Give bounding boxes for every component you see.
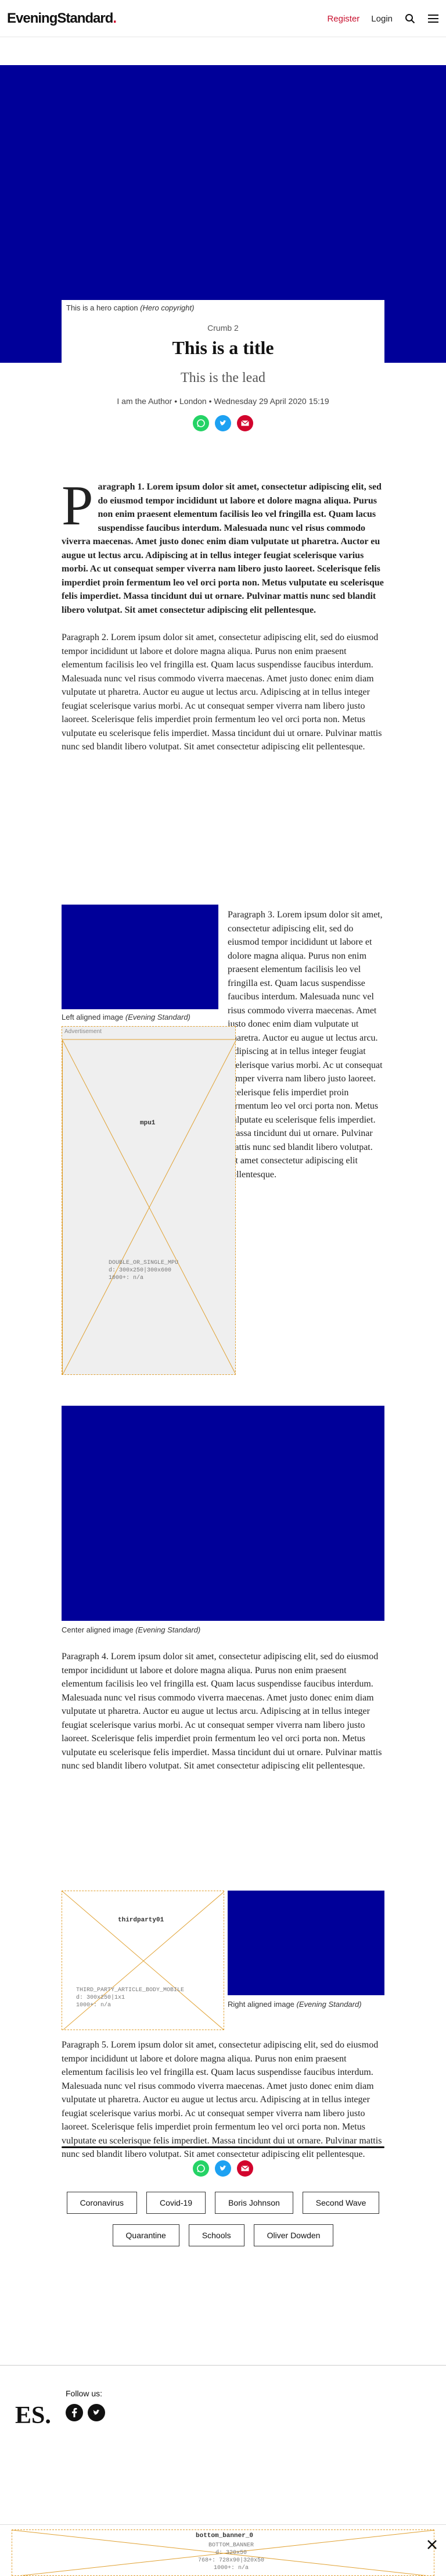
email-icon[interactable] bbox=[237, 2160, 253, 2177]
ad-label: Advertisement bbox=[64, 1028, 102, 1035]
breadcrumb[interactable]: Crumb 2 bbox=[62, 323, 384, 333]
article-body-p3: Paragraph 3. Lorem ipsum dolor sit amet,… bbox=[228, 908, 384, 1195]
ad-name: thirdparty01 bbox=[118, 1917, 164, 1924]
twitter-icon[interactable] bbox=[215, 415, 231, 431]
twitter-icon[interactable] bbox=[215, 2160, 231, 2177]
hero-caption: This is a hero caption (Hero copyright) bbox=[62, 300, 384, 316]
ad-placeholder-cross bbox=[62, 1891, 224, 2030]
center-image-caption: Center aligned image (Evening Standard) bbox=[62, 1625, 201, 1634]
share-bar-top bbox=[62, 415, 384, 431]
left-image-caption: Left aligned image (Evening Standard) bbox=[62, 1013, 190, 1021]
site-logo[interactable]: EveningStandard. bbox=[7, 10, 117, 27]
drop-cap: P bbox=[62, 474, 93, 537]
tag-link[interactable]: Schools bbox=[188, 2224, 244, 2246]
tag-link[interactable]: Oliver Dowden bbox=[253, 2224, 334, 2246]
site-footer: ES. Follow us: bbox=[0, 2365, 446, 2470]
follow-label: Follow us: bbox=[66, 2389, 103, 2398]
ad-meta: DOUBLE_OR_SINGLE_MPU d: 300x250|300x600 10… bbox=[109, 1260, 179, 1281]
article-lead: This is the lead bbox=[181, 370, 265, 385]
ad-placeholder-cross bbox=[62, 1039, 235, 1374]
social-links bbox=[66, 2404, 105, 2421]
paragraph-3: Paragraph 3. Lorem ipsum dolor sit amet,… bbox=[228, 910, 383, 1180]
topic-tags: Coronavirus Covid-19 Boris Johnson Secon… bbox=[62, 2192, 384, 2246]
header-actions: Register Login bbox=[327, 0, 439, 37]
right-aligned-image bbox=[228, 1891, 384, 1995]
article-body: Paragraph 1. Lorem ipsum dolor sit amet,… bbox=[62, 474, 384, 768]
left-aligned-image bbox=[62, 905, 218, 1009]
close-icon[interactable] bbox=[426, 2536, 438, 2554]
tag-link[interactable]: Second Wave bbox=[302, 2192, 380, 2214]
menu-icon[interactable] bbox=[427, 13, 439, 24]
article-end-divider bbox=[62, 2146, 384, 2148]
center-aligned-image bbox=[62, 1406, 384, 1621]
login-link[interactable]: Login bbox=[371, 14, 393, 24]
tag-link[interactable]: Covid-19 bbox=[146, 2192, 206, 2214]
ad-meta: THIRD_PARTY_ARTICLE_BODY_MOBILE d: 300x25… bbox=[76, 1987, 185, 2009]
ad-slot-thirdparty: thirdparty01 THIRD_PARTY_ARTICLE_BODY_MO… bbox=[62, 1891, 224, 2030]
article-body-p4: Paragraph 4. Lorem ipsum dolor sit amet,… bbox=[62, 1650, 384, 1787]
whatsapp-icon[interactable] bbox=[193, 415, 209, 431]
tag-link[interactable]: Quarantine bbox=[112, 2224, 179, 2246]
page-title: This is a title bbox=[172, 337, 274, 358]
email-icon[interactable] bbox=[237, 415, 253, 431]
byline: I am the Author • London • Wednesday 29 … bbox=[117, 396, 329, 406]
whatsapp-icon[interactable] bbox=[193, 2160, 209, 2177]
paragraph-2: Paragraph 2. Lorem ipsum dolor sit amet,… bbox=[62, 633, 382, 752]
tag-link[interactable]: Boris Johnson bbox=[215, 2192, 293, 2214]
footer-logo[interactable]: ES. bbox=[15, 2402, 51, 2429]
register-link[interactable]: Register bbox=[327, 14, 359, 24]
article-body-p5: Paragraph 5. Lorem ipsum dolor sit amet,… bbox=[62, 2038, 384, 2175]
bottom-banner: bottom_banner_0 BOTTOM_BANNER d: 320x50 76… bbox=[0, 2524, 446, 2576]
twitter-icon[interactable] bbox=[88, 2404, 105, 2421]
right-image-caption: Right aligned image (Evening Standard) bbox=[228, 2000, 362, 2009]
ad-name: mpu1 bbox=[140, 1120, 156, 1127]
article-header: Crumb 2 This is a title This is the lead… bbox=[62, 314, 384, 431]
share-bar-bottom bbox=[62, 2160, 384, 2177]
ad-slot-bottom-banner: bottom_banner_0 BOTTOM_BANNER d: 320x50 76… bbox=[12, 2529, 434, 2576]
paragraph-5: Paragraph 5. Lorem ipsum dolor sit amet,… bbox=[62, 2040, 382, 2159]
site-header: EveningStandard. Register Login bbox=[0, 0, 446, 37]
paragraph-4: Paragraph 4. Lorem ipsum dolor sit amet,… bbox=[62, 1652, 382, 1771]
ad-slot-mpu: Advertisement mpu1 DOUBLE_OR_SINGLE_MPU d… bbox=[62, 1026, 236, 1375]
ad-meta: BOTTOM_BANNER d: 320x50 768+: 728x90|320x5… bbox=[198, 2542, 265, 2571]
facebook-icon[interactable] bbox=[66, 2404, 83, 2421]
ad-name: bottom_banner_0 bbox=[196, 2532, 254, 2539]
tag-link[interactable]: Coronavirus bbox=[66, 2192, 138, 2214]
paragraph-1: Paragraph 1. Lorem ipsum dolor sit amet,… bbox=[62, 474, 384, 615]
search-icon[interactable] bbox=[404, 13, 416, 24]
